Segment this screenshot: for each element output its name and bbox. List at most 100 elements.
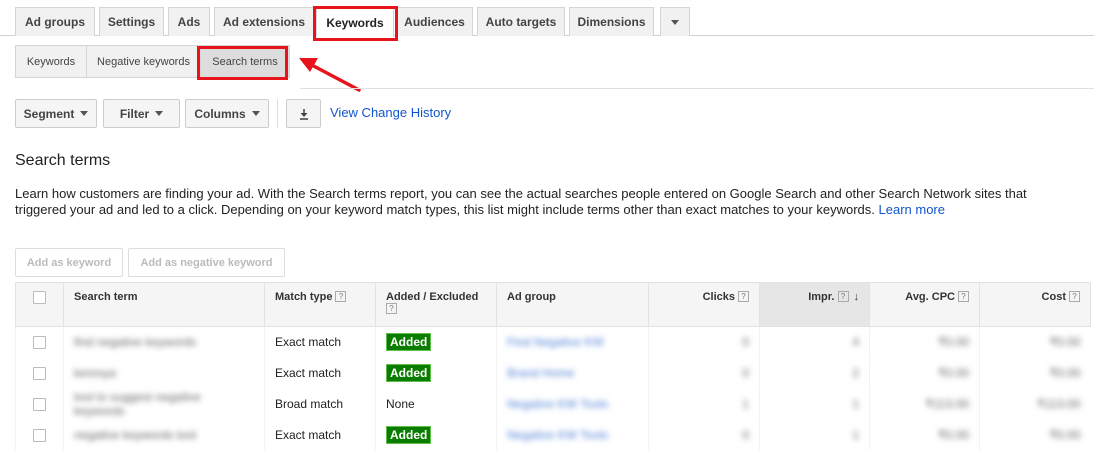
search-term-cell: find negative keywords xyxy=(63,326,265,358)
table-row: find negative keywords Exact match Added… xyxy=(15,326,1091,358)
help-icon[interactable]: ? xyxy=(335,291,347,302)
match-type-cell: Broad match xyxy=(264,388,376,420)
col-match-type[interactable]: Match type? xyxy=(264,282,376,327)
section-divider xyxy=(300,88,1094,89)
avg-cpc-cell: ₹0.00 xyxy=(869,326,980,358)
description-text: Learn how customers are finding your ad.… xyxy=(15,186,1027,217)
col-search-term[interactable]: Search term xyxy=(63,282,265,327)
col-clicks-label: Clicks xyxy=(702,291,735,303)
status-cell: Added xyxy=(375,357,497,389)
clicks-cell: 0 xyxy=(648,419,760,450)
tab-ad-groups[interactable]: Ad groups xyxy=(15,7,95,36)
tab-dimensions[interactable]: Dimensions xyxy=(569,7,654,36)
search-term-cell: tool to suggest negative keywords xyxy=(63,388,265,420)
added-badge: Added xyxy=(386,426,432,444)
help-icon[interactable]: ? xyxy=(837,291,849,302)
select-all-checkbox[interactable] xyxy=(33,291,46,304)
columns-label: Columns xyxy=(194,106,246,121)
match-type-cell: Exact match xyxy=(264,326,376,358)
col-added-excluded-label: Added / Excluded xyxy=(386,291,479,303)
row-checkbox[interactable] xyxy=(33,429,46,443)
col-added-excluded[interactable]: Added / Excluded? xyxy=(375,282,497,327)
match-type-cell: Exact match xyxy=(264,419,376,450)
ad-group-link[interactable]: Negative KW Tools xyxy=(496,419,649,450)
col-impr[interactable]: Impr.? ↓ xyxy=(759,282,870,327)
chevron-down-icon xyxy=(80,111,89,116)
sort-descending-icon: ↓ xyxy=(853,291,860,303)
status-cell: Added xyxy=(375,419,497,450)
row-checkbox[interactable] xyxy=(33,336,46,350)
segment-label: Segment xyxy=(23,106,75,121)
col-clicks[interactable]: Clicks? xyxy=(648,282,760,327)
search-term-cell: negative keywords tool xyxy=(63,419,265,450)
add-as-keyword-button[interactable]: Add as keyword xyxy=(15,248,123,277)
col-impr-label: Impr. xyxy=(808,291,835,303)
highlight-box-keywords-tab xyxy=(313,6,398,41)
filter-button[interactable]: Filter xyxy=(103,99,180,128)
help-icon[interactable]: ? xyxy=(386,303,397,314)
select-all-cell xyxy=(15,282,64,327)
tab-settings[interactable]: Settings xyxy=(99,7,164,36)
status-cell: None xyxy=(375,388,497,420)
add-as-negative-keyword-button[interactable]: Add as negative keyword xyxy=(128,248,285,277)
impr-cell: 4 xyxy=(759,326,870,358)
chevron-down-icon xyxy=(155,111,164,116)
added-badge: Added xyxy=(386,364,432,382)
segment-button[interactable]: Segment xyxy=(15,99,97,128)
tab-ads[interactable]: Ads xyxy=(168,7,210,36)
match-type-cell: Exact match xyxy=(264,357,376,389)
tab-ad-extensions[interactable]: Ad extensions xyxy=(214,7,314,36)
page-title: Search terms xyxy=(15,152,111,169)
col-avg-cpc-label: Avg. CPC xyxy=(905,291,955,303)
more-tabs-button[interactable] xyxy=(660,7,690,36)
impr-cell: 1 xyxy=(759,419,870,450)
subtab-keywords[interactable]: Keywords xyxy=(15,45,86,78)
col-ad-group[interactable]: Ad group xyxy=(496,282,649,327)
learn-more-link[interactable]: Learn more xyxy=(879,202,945,217)
col-cost[interactable]: Cost? xyxy=(979,282,1091,327)
row-select-cell xyxy=(15,326,64,358)
search-terms-table: Search term Match type? Added / Excluded… xyxy=(15,282,1091,450)
cost-cell: ₹0.00 xyxy=(979,419,1091,450)
impr-cell: 1 xyxy=(759,388,870,420)
help-icon[interactable]: ? xyxy=(958,291,969,302)
avg-cpc-cell: ₹0.00 xyxy=(869,357,980,389)
tab-auto-targets[interactable]: Auto targets xyxy=(477,7,565,36)
clicks-cell: 0 xyxy=(648,357,760,389)
download-button[interactable] xyxy=(286,99,321,128)
tab-audiences[interactable]: Audiences xyxy=(396,7,473,36)
avg-cpc-cell: ₹0.00 xyxy=(869,419,980,450)
chevron-down-icon xyxy=(671,19,679,25)
columns-button[interactable]: Columns xyxy=(185,99,269,128)
cost-cell: ₹0.00 xyxy=(979,326,1091,358)
cost-cell: ₹0.00 xyxy=(979,357,1091,389)
table-row: tool to suggest negative keywords Broad … xyxy=(15,388,1091,420)
highlight-box-search-terms xyxy=(197,46,288,80)
col-match-type-label: Match type xyxy=(275,291,333,303)
row-select-cell xyxy=(15,357,64,389)
table-row: negative keywords tool Exact match Added… xyxy=(15,419,1091,450)
row-select-cell xyxy=(15,388,64,420)
row-checkbox[interactable] xyxy=(33,398,46,412)
col-ad-group-label: Ad group xyxy=(507,291,556,303)
chevron-down-icon xyxy=(251,111,260,116)
avg-cpc-cell: ₹113.00 xyxy=(869,388,980,420)
row-select-cell xyxy=(15,419,64,450)
view-change-history-link[interactable]: View Change History xyxy=(330,105,451,120)
table-row: keresya Exact match Added Brand Home 0 2… xyxy=(15,357,1091,389)
help-icon[interactable]: ? xyxy=(738,291,749,302)
col-cost-label: Cost xyxy=(1041,291,1066,303)
ad-group-link[interactable]: Negative KW Tools xyxy=(496,388,649,420)
top-tab-bar: Ad groups Settings Ads Ad extensions Key… xyxy=(0,0,1094,37)
col-search-term-label: Search term xyxy=(74,291,138,303)
ad-group-link[interactable]: Find Negative KW xyxy=(496,326,649,358)
status-cell: Added xyxy=(375,326,497,358)
subtab-negative-keywords[interactable]: Negative keywords xyxy=(86,45,200,78)
ad-group-link[interactable]: Brand Home xyxy=(496,357,649,389)
clicks-cell: 1 xyxy=(648,388,760,420)
help-icon[interactable]: ? xyxy=(1069,291,1080,302)
cost-cell: ₹113.00 xyxy=(979,388,1091,420)
row-checkbox[interactable] xyxy=(33,367,46,381)
col-avg-cpc[interactable]: Avg. CPC? xyxy=(869,282,980,327)
clicks-cell: 0 xyxy=(648,326,760,358)
